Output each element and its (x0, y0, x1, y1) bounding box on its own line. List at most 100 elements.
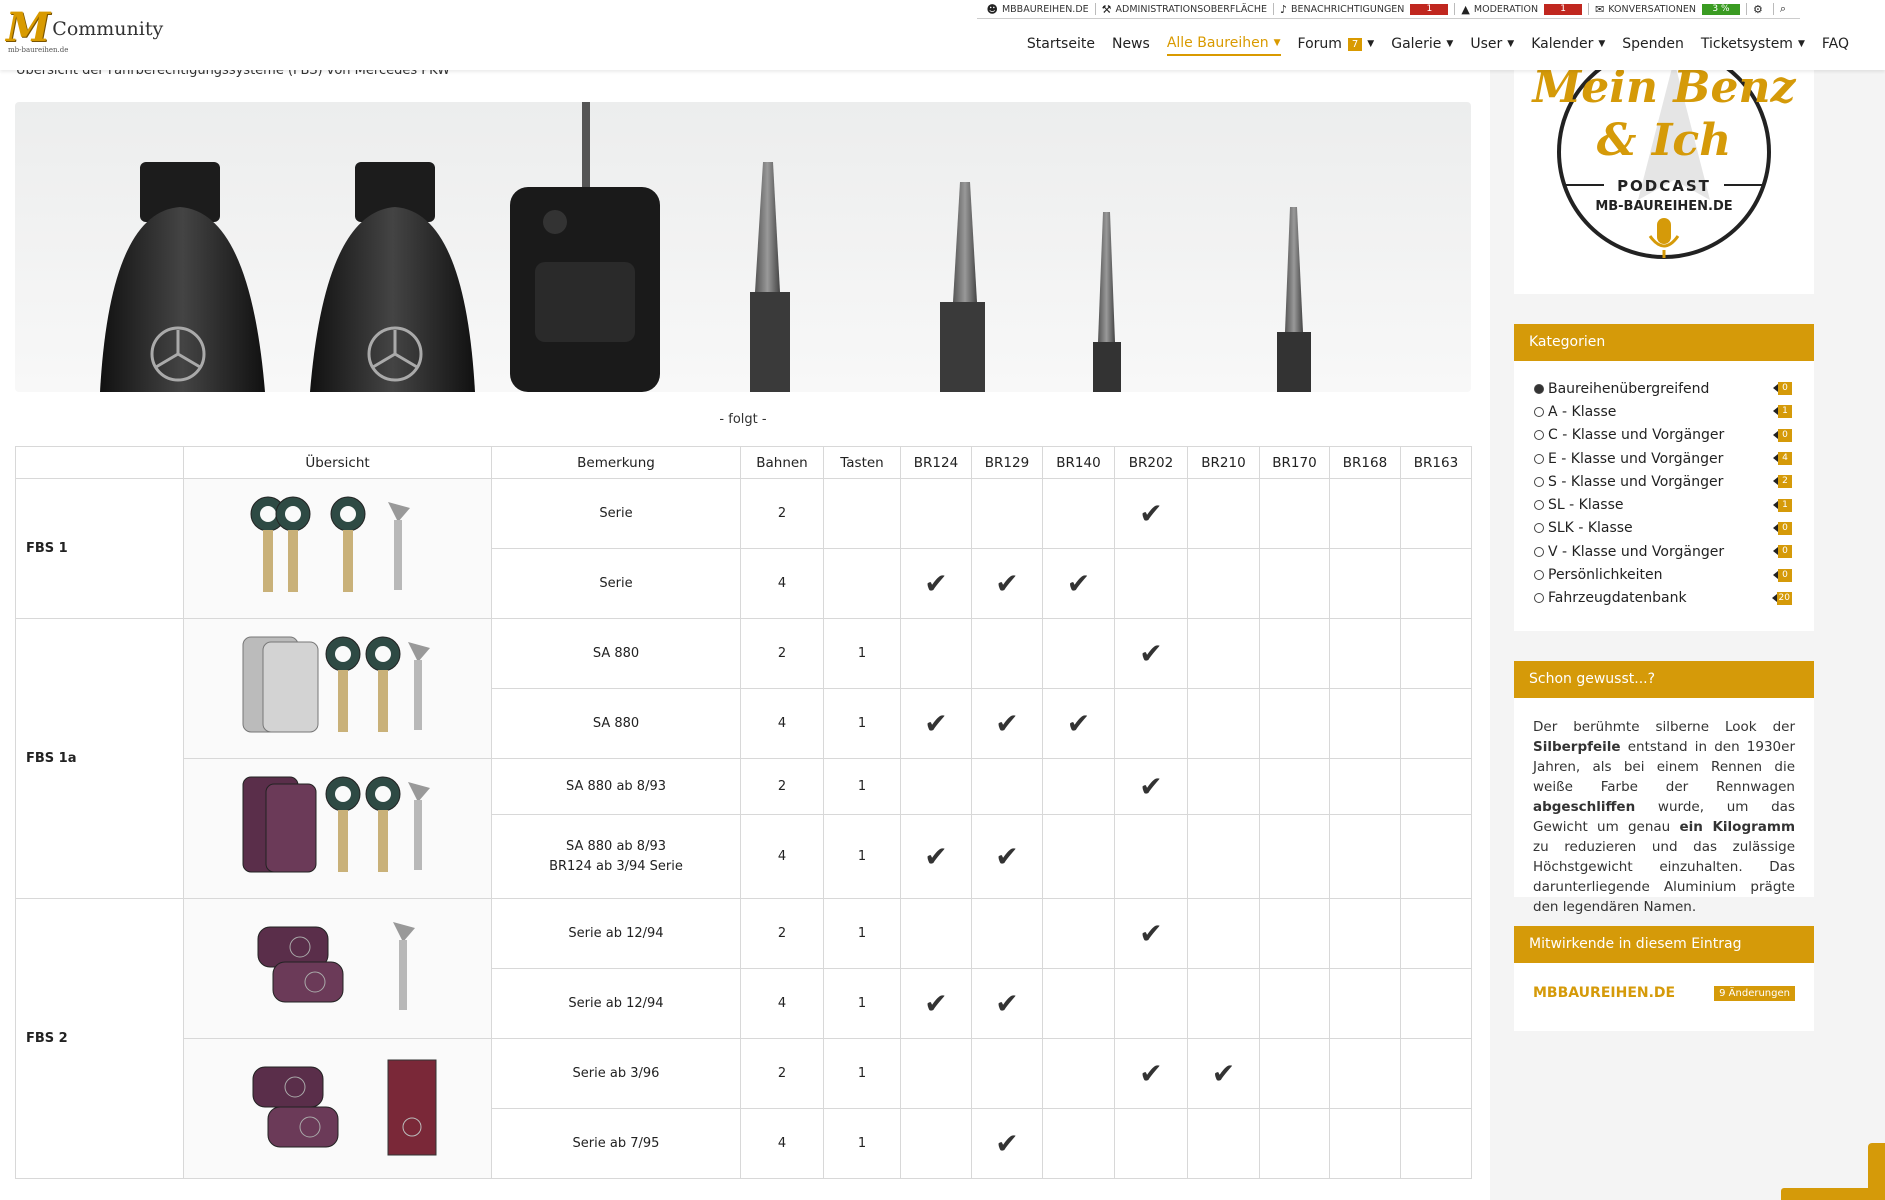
column-header: Bemerkung (491, 446, 741, 479)
nav-item-forum[interactable]: Forum 7 ▼ (1298, 35, 1375, 56)
cell-br210 (1187, 758, 1260, 815)
cell-br168 (1329, 688, 1401, 759)
radio-empty-icon (1534, 453, 1544, 464)
remark-cell: Serie ab 7/95 (491, 1108, 741, 1179)
category-item[interactable]: S - Klasse und Vorgänger 2 (1534, 470, 1794, 493)
nav-item-alle-baureihen[interactable]: Alle Baureihen ▼ (1166, 35, 1281, 56)
cell-br210 (1187, 548, 1260, 619)
bottom-tab[interactable] (1781, 1188, 1885, 1200)
cell-br202 (1114, 814, 1188, 899)
cell-br170 (1259, 478, 1330, 549)
category-item[interactable]: SL - Klasse 1 (1534, 493, 1794, 516)
radio-empty-icon (1534, 500, 1544, 511)
category-item[interactable]: V - Klasse und Vorgänger 0 (1534, 540, 1794, 563)
key-image-fbs1 (183, 478, 492, 619)
did-you-know-box: Schon gewusst...? Der berühmte silberne … (1514, 661, 1814, 915)
remark-cell: Serie ab 12/94 (491, 968, 741, 1039)
cell-br202 (1114, 968, 1188, 1039)
userbar-label: BENACHRICHTIGUNGEN (1291, 3, 1405, 15)
cell-br129: ✔ (971, 968, 1043, 1039)
checkmark-icon: ✔ (924, 706, 948, 740)
userbar-item-search[interactable]: ⌕ (1774, 2, 1796, 15)
category-item[interactable]: Persönlichkeiten 0 (1534, 563, 1794, 586)
category-item[interactable]: Baureihenübergreifend 0 (1534, 377, 1794, 400)
cell-br163 (1400, 688, 1472, 759)
nav-item-spenden[interactable]: Spenden (1622, 35, 1684, 56)
cell-br140 (1042, 1038, 1115, 1109)
userbar-item-gear[interactable]: ⚙ (1747, 3, 1774, 16)
radio-empty-icon (1534, 430, 1544, 441)
userbar-item-moderation[interactable]: ▲ MODERATION 1 (1455, 3, 1590, 16)
cell-br202 (1114, 1108, 1188, 1179)
radio-empty-icon (1534, 523, 1544, 534)
table-row: FBS 1a SA 880 2 1 ✔ (15, 618, 1472, 899)
cell-br168 (1329, 1038, 1401, 1109)
checkmark-icon: ✔ (1139, 496, 1163, 530)
remark-cell: Serie (491, 478, 741, 549)
userbar-item-administrationsoberfl-che[interactable]: ⚒ ADMINISTRATIONSOBERFLÄCHE (1096, 2, 1274, 16)
category-item[interactable]: C - Klasse und Vorgänger 0 (1534, 424, 1794, 447)
radio-empty-icon (1534, 593, 1544, 604)
nav-item-kalender[interactable]: Kalender ▼ (1531, 35, 1605, 56)
cell-br124 (900, 1108, 972, 1179)
caret-down-icon: ▼ (1598, 39, 1606, 49)
nav-badge: 7 (1347, 37, 1363, 51)
flip-key (510, 102, 660, 392)
nav-label: Alle Baureihen (1166, 35, 1269, 51)
category-label: Fahrzeugdatenbank (1548, 590, 1687, 607)
checkmark-icon: ✔ (1211, 1056, 1236, 1090)
cell-br140 (1042, 478, 1115, 549)
cell-br170 (1259, 618, 1330, 689)
cell-br210 (1187, 898, 1260, 969)
category-item[interactable]: A - Klasse 1 (1534, 400, 1794, 423)
site-logo[interactable]: M mb-baureihen.de Community (6, 8, 163, 55)
nav-item-ticketsystem[interactable]: Ticketsystem ▼ (1701, 35, 1805, 56)
category-item[interactable]: Fahrzeugdatenbank 20 (1534, 587, 1794, 610)
userbar-item-mbbaureihen-de[interactable]: ☻ MBBAUREIHEN.DE (981, 3, 1096, 16)
wrench-icon: ⚒ (1101, 2, 1112, 16)
cell-br170 (1259, 758, 1330, 815)
cell-br124 (900, 1038, 972, 1109)
contributor-link[interactable]: MBBAUREIHEN.DE (1533, 985, 1675, 1001)
count-badge: 3 % (1701, 3, 1740, 15)
column-header: BR140 (1042, 446, 1115, 479)
cell-br170 (1259, 548, 1330, 619)
column-header: BR210 (1187, 446, 1260, 479)
contributors-title: Mitwirkende in diesem Eintrag (1514, 926, 1814, 963)
cell-br124: ✔ (900, 548, 972, 619)
category-count: 0 (1773, 428, 1792, 442)
remark-cell: SA 880 (491, 688, 741, 759)
cell-br129: ✔ (971, 548, 1043, 619)
category-count: 2 (1773, 475, 1792, 489)
body-text: zu reduzieren und das zulässige Höchstge… (1533, 839, 1795, 915)
checkmark-icon: ✔ (1139, 916, 1163, 950)
cell-br124 (900, 898, 972, 969)
cell-br129: ✔ (971, 688, 1043, 759)
nav-item-galerie[interactable]: Galerie ▼ (1391, 35, 1453, 56)
cell-br210 (1187, 814, 1260, 899)
cell-br124: ✔ (900, 688, 972, 759)
tasten-cell: 1 (823, 688, 901, 759)
category-count: 0 (1773, 521, 1792, 535)
nav-item-faq[interactable]: FAQ (1822, 35, 1849, 56)
category-item[interactable]: E - Klasse und Vorgänger 4 (1534, 447, 1794, 470)
nav-item-startseite[interactable]: Startseite (1027, 35, 1095, 56)
nav-item-user[interactable]: User ▼ (1470, 35, 1514, 56)
podcast-banner[interactable]: Mein Benz & Ich PODCAST MB-BAUREIHEN.DE (1514, 60, 1814, 294)
userbar-item-konversationen[interactable]: ✉ KONVERSATIONEN 3 % (1589, 3, 1747, 16)
checkmark-icon: ✔ (1066, 566, 1091, 600)
cell-br168 (1329, 758, 1401, 815)
nav-label: User (1470, 36, 1503, 52)
category-label: E - Klasse und Vorgänger (1548, 450, 1724, 467)
tasten-cell: 1 (823, 968, 901, 1039)
logo-subtext: mb-baureihen.de (8, 46, 69, 54)
caret-down-icon: ▼ (1367, 39, 1375, 49)
did-you-know-text: Der berühmte silberne Look der Silberpfe… (1514, 698, 1814, 917)
category-item[interactable]: SLK - Klasse 0 (1534, 517, 1794, 540)
bahnen-cell: 2 (740, 478, 824, 549)
remark-cell: Serie (491, 548, 741, 619)
nav-item-news[interactable]: News (1112, 35, 1150, 56)
userbar-item-benachrichtigungen[interactable]: ♪ BENACHRICHTIGUNGEN 1 (1274, 3, 1456, 16)
key-blade-2 (940, 182, 985, 392)
checkmark-icon: ✔ (995, 706, 1019, 740)
